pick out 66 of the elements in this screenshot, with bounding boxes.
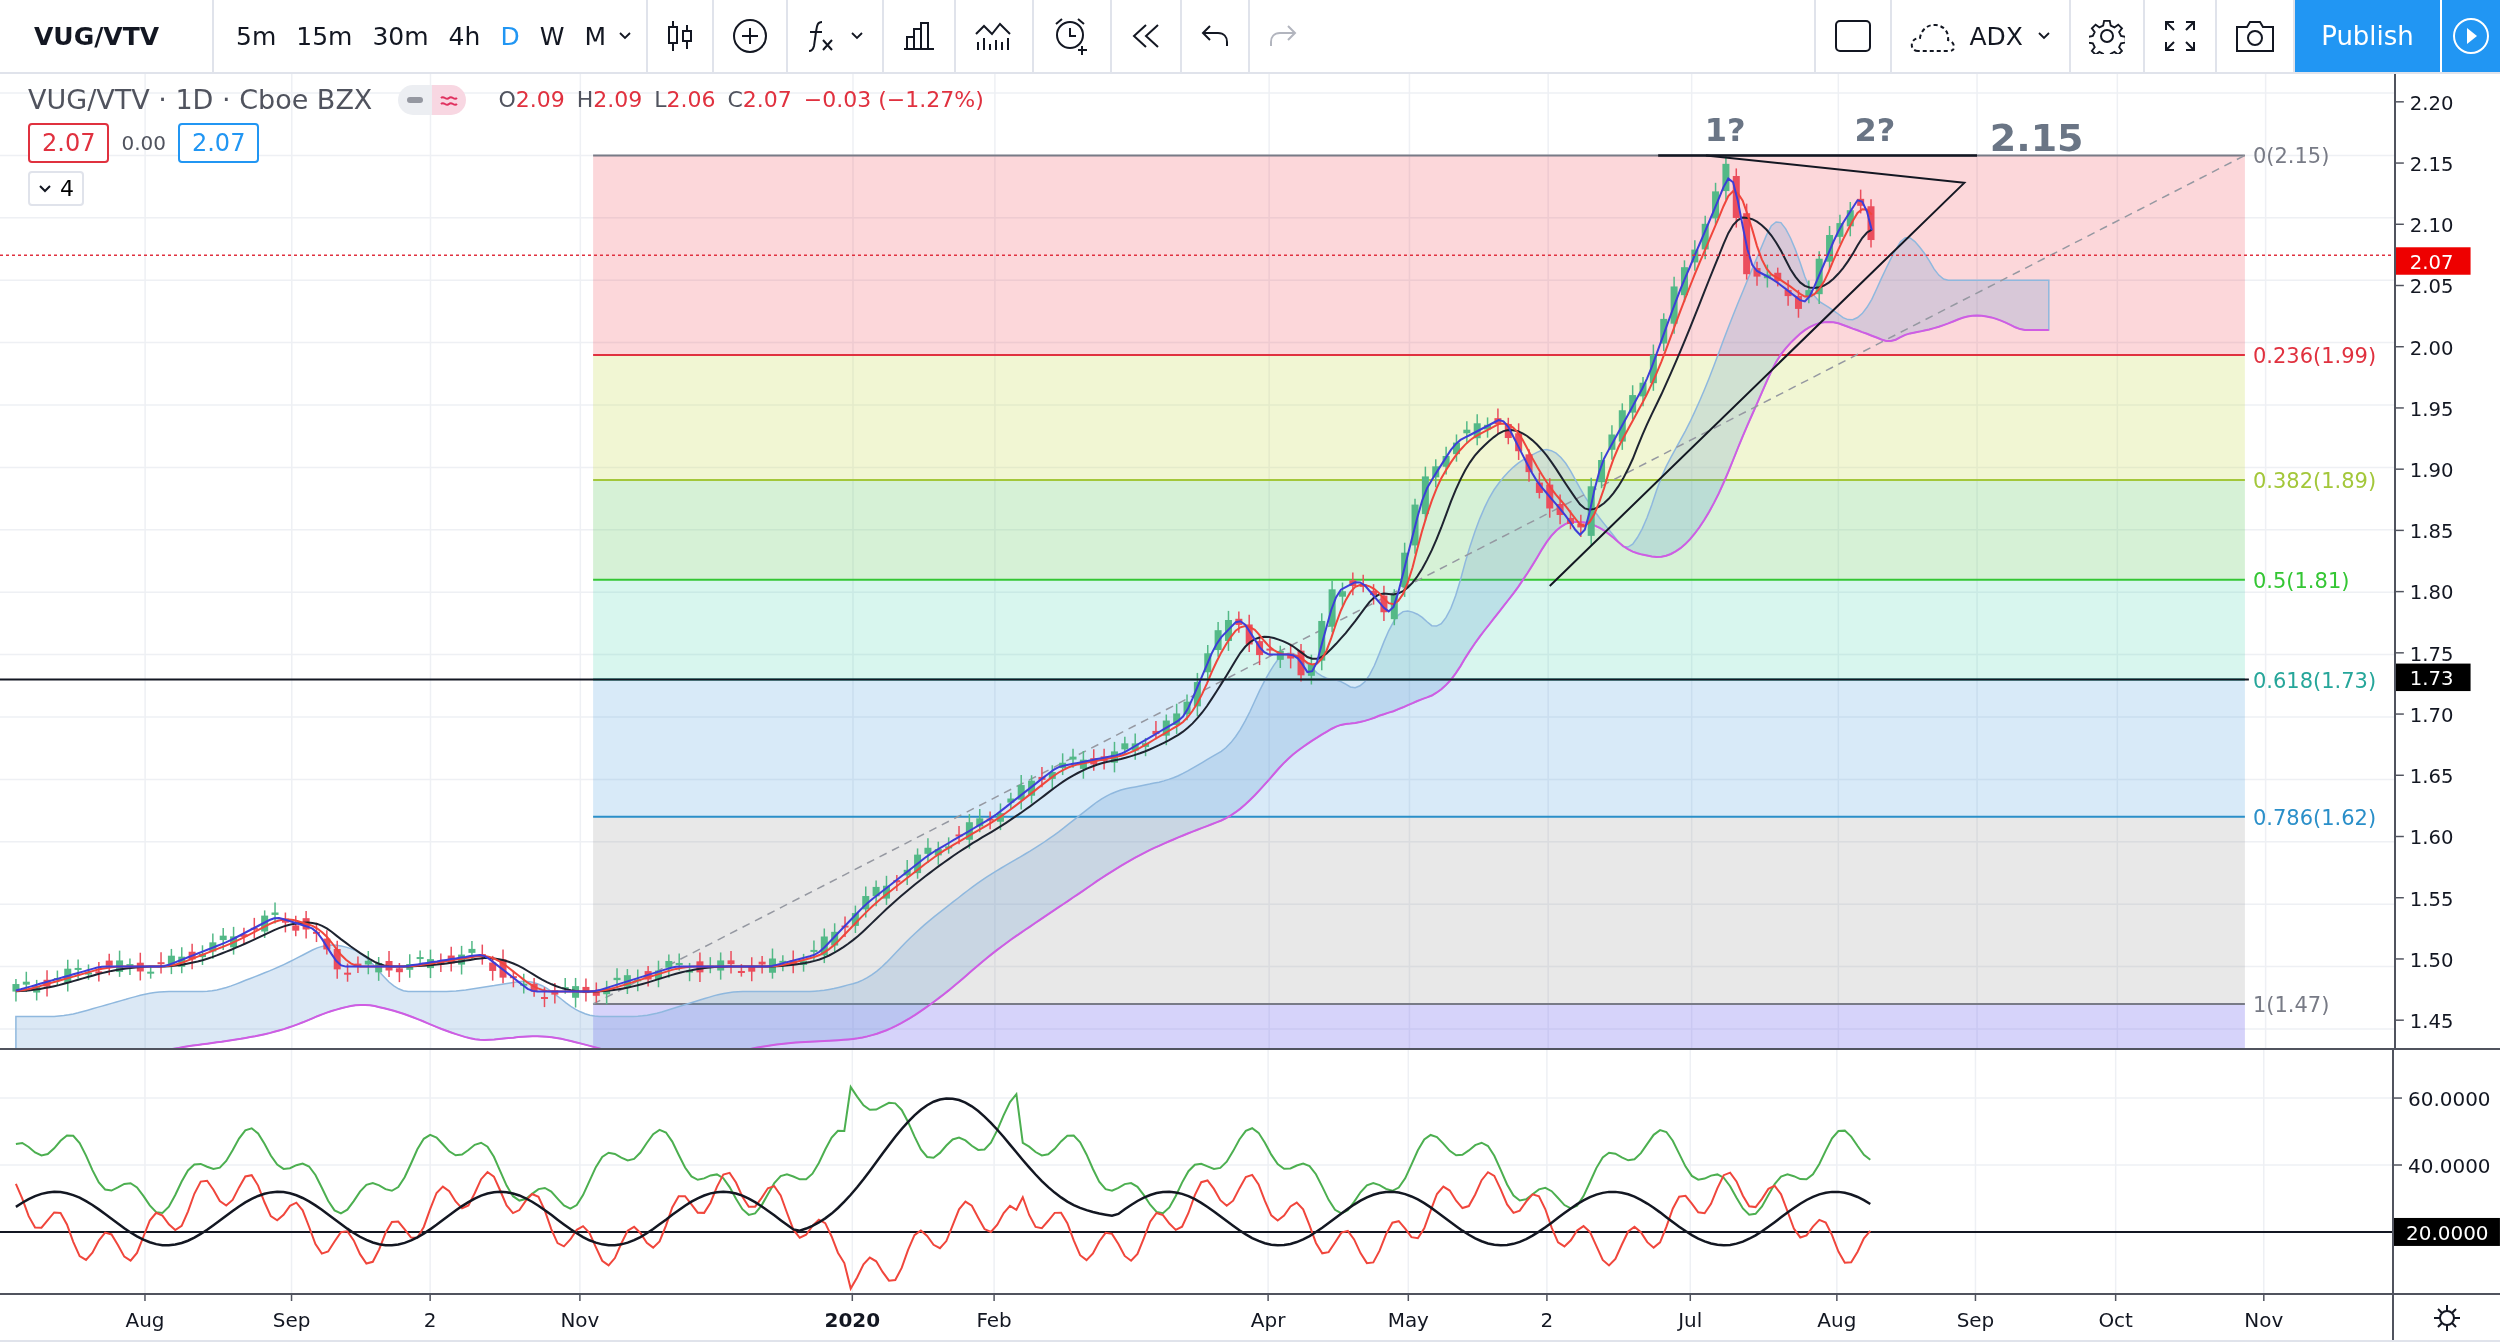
time-tick: Jul bbox=[1678, 1308, 1703, 1332]
time-tick: Nov bbox=[560, 1308, 600, 1332]
price-tick: 1.45 bbox=[2409, 1010, 2454, 1033]
annotation-text: 1? bbox=[1704, 111, 1746, 150]
time-tick: Aug bbox=[1817, 1308, 1857, 1332]
level-marker: 20.0000 bbox=[2394, 1217, 2500, 1246]
interval-button[interactable]: W bbox=[531, 17, 573, 55]
fib-level-label: 0(2.15) bbox=[2252, 144, 2330, 169]
ohlc-key: O bbox=[498, 87, 516, 112]
time-tick: May bbox=[1387, 1308, 1429, 1332]
price-tick: 2.00 bbox=[2409, 336, 2454, 360]
time-tick: 2 bbox=[1540, 1308, 1554, 1332]
chart-title: VUG/VTV · 1D · Cboe BZX bbox=[28, 84, 373, 115]
time-tick: 2020 bbox=[824, 1308, 881, 1332]
time-tick: Feb bbox=[976, 1308, 1012, 1332]
price-tick: 1.55 bbox=[2409, 887, 2454, 911]
interval-button[interactable]: 5m bbox=[228, 17, 285, 55]
price-tick: 2.20 bbox=[2409, 91, 2454, 115]
time-tick: Sep bbox=[1956, 1308, 1995, 1332]
line-price-marker: 1.73 bbox=[2396, 663, 2471, 692]
price-tick: 1.60 bbox=[2409, 826, 2454, 850]
price-tick: 1.75 bbox=[2409, 642, 2454, 666]
fib-level-label: 0.786(1.62) bbox=[2252, 805, 2377, 830]
time-tick: Apr bbox=[1250, 1308, 1286, 1332]
indicator-tick: 60.0000 bbox=[2408, 1087, 2491, 1112]
spread-value: 0.00 bbox=[121, 131, 166, 155]
annotation-text: 2? bbox=[1854, 111, 1896, 150]
price-tick: 1.85 bbox=[2409, 520, 2454, 544]
interval-button[interactable]: 15m bbox=[288, 17, 361, 55]
indicator-tick: 40.0000 bbox=[2408, 1154, 2491, 1178]
price-tick: 1.90 bbox=[2409, 459, 2454, 482]
price-tick: 1.50 bbox=[2409, 948, 2454, 972]
price-tick: 1.65 bbox=[2409, 765, 2454, 789]
fib-level-label: 0.618(1.73) bbox=[2252, 668, 2377, 693]
annotation-text: 2.15 bbox=[1989, 116, 2084, 161]
ohlc-value: 2.07 bbox=[742, 87, 792, 112]
change-value: −0.03 (−1.27%) bbox=[803, 87, 984, 112]
ohlc-key: L bbox=[654, 87, 667, 112]
ohlc-key: H bbox=[576, 87, 594, 112]
fib-level-label: 0.5(1.81) bbox=[2252, 568, 2350, 593]
time-tick: Aug bbox=[125, 1308, 165, 1332]
interval-button[interactable]: 4h bbox=[440, 17, 489, 55]
time-tick: Oct bbox=[2098, 1308, 2133, 1332]
time-tick: 2 bbox=[423, 1308, 437, 1332]
price-tick: 2.05 bbox=[2409, 275, 2454, 299]
last-price-marker: 2.07 bbox=[2396, 247, 2471, 275]
collapse-button[interactable]: 4 bbox=[28, 171, 84, 206]
price-tick: 2.10 bbox=[2409, 214, 2454, 238]
price-tick: 1.70 bbox=[2409, 703, 2454, 727]
fib-level-label: 1(1.47) bbox=[2252, 993, 2330, 1018]
bid-price[interactable]: 2.07 bbox=[28, 123, 110, 163]
time-tick: Sep bbox=[272, 1308, 311, 1332]
ohlc-key: C bbox=[727, 87, 743, 112]
time-tick: Nov bbox=[2244, 1308, 2284, 1332]
ohlc-value: 2.06 bbox=[666, 87, 716, 112]
interval-button[interactable]: M bbox=[576, 17, 614, 55]
ohlc-value: 2.09 bbox=[515, 87, 565, 112]
interval-button[interactable]: 30m bbox=[364, 17, 437, 55]
indicator-name[interactable]: ADX bbox=[1969, 21, 2023, 51]
price-tick: 1.95 bbox=[2409, 397, 2454, 421]
price-tick: 2.15 bbox=[2409, 152, 2454, 176]
price-tick: 1.80 bbox=[2409, 581, 2454, 605]
fib-level-label: 0.236(1.99) bbox=[2252, 344, 2377, 369]
symbol-name[interactable]: VUG/VTV bbox=[34, 21, 160, 51]
fib-level-label: 0.382(1.89) bbox=[2252, 468, 2377, 493]
ohlc-value: 2.09 bbox=[593, 87, 643, 112]
